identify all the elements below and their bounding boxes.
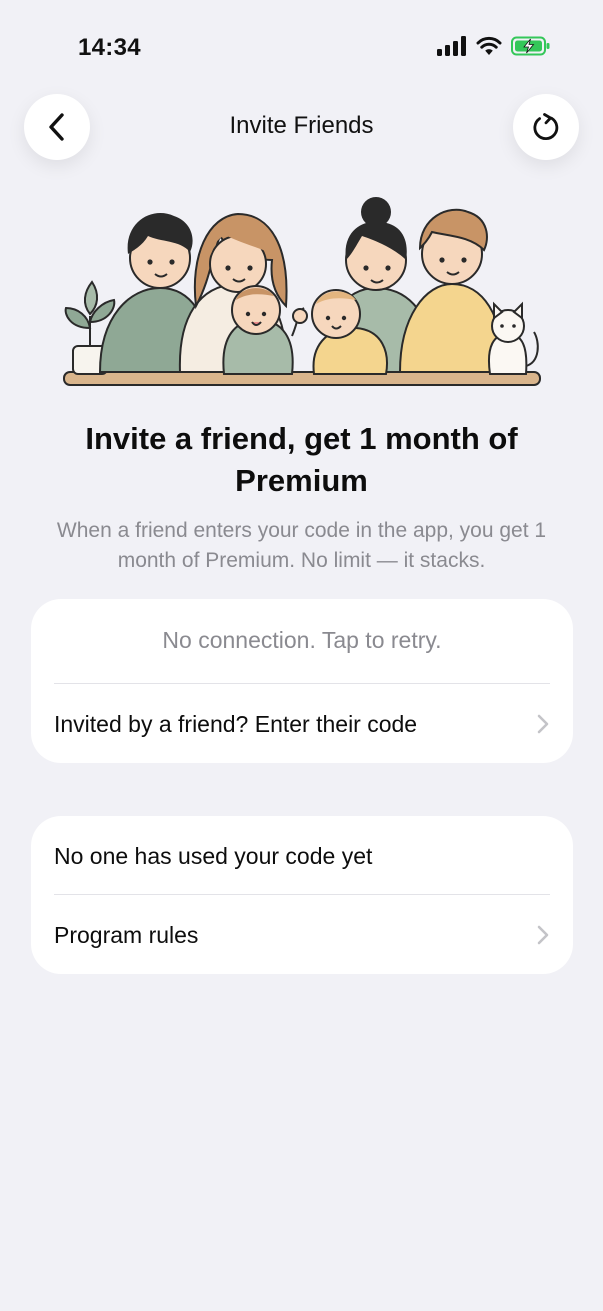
enter-code-label: Invited by a friend? Enter their code [54, 710, 418, 737]
program-rules-label: Program rules [54, 921, 199, 948]
family-illustration [63, 197, 541, 386]
program-rules-row[interactable]: Program rules [54, 915, 550, 955]
chevron-right-icon [537, 925, 549, 945]
cellular-signal-icon [437, 36, 466, 56]
status-time: 14:34 [78, 34, 141, 61]
retry-button[interactable]: No connection. Tap to retry. [31, 627, 573, 654]
baby-illustration [222, 285, 308, 375]
invite-friends-screen: 14:34 Invite Friends Invite a friend, ge… [0, 0, 603, 1311]
status-icons [437, 36, 551, 56]
chevron-right-icon [537, 714, 549, 734]
code-usage-card: No one has used your code yet Program ru… [31, 816, 573, 974]
refresh-icon [533, 113, 559, 141]
usage-status-text: No one has used your code yet [54, 842, 373, 869]
invite-code-card: No connection. Tap to retry. Invited by … [31, 599, 573, 763]
man-illustration [398, 208, 506, 373]
description: When a friend enters your code in the ap… [56, 519, 547, 572]
cat-illustration [488, 301, 539, 375]
headline: Invite a friend, get 1 month of Premium [85, 421, 518, 498]
usage-row: No one has used your code yet [54, 836, 550, 876]
wifi-icon [476, 36, 502, 55]
enter-code-row[interactable]: Invited by a friend? Enter their code [54, 704, 550, 744]
battery-charging-icon [511, 36, 550, 56]
refresh-button[interactable] [513, 94, 579, 160]
divider [54, 894, 550, 895]
divider [54, 683, 550, 684]
